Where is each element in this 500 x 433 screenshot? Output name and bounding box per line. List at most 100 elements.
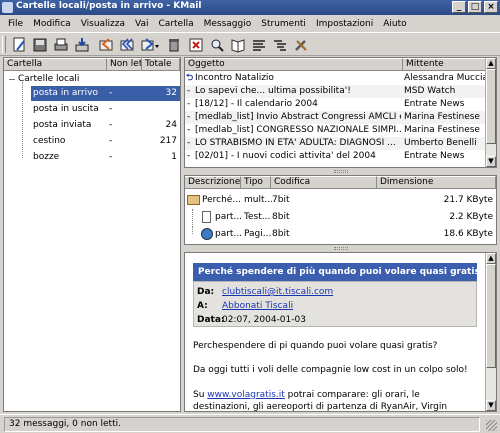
menu-help[interactable]: Aiuto xyxy=(383,19,406,29)
toolbar-grip[interactable] xyxy=(2,36,6,53)
total-column-header[interactable]: Totale xyxy=(142,58,180,71)
reply-all-icon[interactable] xyxy=(118,36,136,54)
body-paragraph-1: Perchespendere di pi quando puoi volare … xyxy=(193,341,438,351)
resize-grip-icon[interactable] xyxy=(486,420,497,431)
date-value: 02:07, 2004-01-03 xyxy=(222,315,306,325)
body-paragraph-3: Su www.volagratis.it potrai comparare: g… xyxy=(193,389,477,411)
to-address-link[interactable]: Abbonati Tiscali xyxy=(222,301,293,311)
menu-message[interactable]: Messaggio xyxy=(204,19,252,29)
type-column-header[interactable]: Tipo xyxy=(241,176,271,189)
message-sender: Umberto Benelli xyxy=(404,138,477,148)
forward-icon[interactable] xyxy=(139,36,161,54)
part-encoding: 8bit xyxy=(272,229,290,239)
folder-row-outbox[interactable]: posta in uscita - xyxy=(31,102,180,117)
message-row[interactable]: - [18/12] - Il calendario 2004 Entrate N… xyxy=(185,98,485,111)
kmail-app-icon[interactable] xyxy=(2,2,13,13)
menu-view[interactable]: Visualizza xyxy=(81,19,125,29)
menu-settings[interactable]: Impostazioni xyxy=(316,19,373,29)
status-bar: 32 messaggi, 0 non letti. xyxy=(0,414,500,433)
scroll-down-icon[interactable]: ▼ xyxy=(486,400,496,411)
size-column-header[interactable]: Dimensione xyxy=(377,176,496,189)
view-headers-icon[interactable] xyxy=(250,36,268,54)
to-label: A: xyxy=(197,301,208,311)
description-column-header[interactable]: Descrizione xyxy=(185,176,241,189)
message-row[interactable]: - [medlab_list] CONGRESSO NAZIONALE SIMP… xyxy=(185,124,485,137)
folder-unread: - xyxy=(109,88,113,98)
message-subject: [18/12] - Il calendario 2004 xyxy=(195,99,318,109)
subject-column-header[interactable]: Oggetto xyxy=(185,58,403,71)
find-icon[interactable] xyxy=(208,36,226,54)
message-row[interactable]: - Lo sapevi che... ultima possibilita'! … xyxy=(185,85,485,98)
folder-row-trash[interactable]: cestino - 217 xyxy=(31,134,180,149)
delete-trash-icon[interactable] xyxy=(165,36,183,54)
part-description: part... xyxy=(215,229,242,239)
title-bar[interactable]: Cartelle locali/posta in arrivo - KMail … xyxy=(0,0,500,15)
close-icon[interactable]: × xyxy=(484,1,498,13)
reply-icon[interactable] xyxy=(97,36,115,54)
message-sender: Entrate News xyxy=(404,151,465,161)
stop-mark-icon[interactable] xyxy=(187,36,205,54)
check-mail-icon[interactable] xyxy=(73,36,91,54)
folder-name: cestino xyxy=(33,136,66,146)
scroll-thumb[interactable] xyxy=(486,69,496,144)
minimize-icon[interactable]: _ xyxy=(452,1,466,13)
folder-column-header[interactable]: Cartella xyxy=(4,58,107,71)
maximize-icon[interactable]: □ xyxy=(468,1,482,13)
print-icon[interactable] xyxy=(52,36,70,54)
folder-name: bozze xyxy=(33,152,60,162)
horizontal-splitter-bottom[interactable] xyxy=(184,245,497,252)
scroll-up-icon[interactable]: ▲ xyxy=(486,58,496,69)
unread-column-header[interactable]: Non letti xyxy=(107,58,142,71)
folder-root-label: Cartelle locali xyxy=(18,74,80,84)
tree-line xyxy=(192,209,193,225)
reader-scrollbar[interactable]: ▲ ▼ xyxy=(485,253,496,411)
threads-icon[interactable] xyxy=(271,36,289,54)
reader-header-box: Da: clubtiscali@it.tiscali.com A: Abbona… xyxy=(193,281,477,327)
text-file-icon xyxy=(202,211,211,223)
horizontal-splitter-top[interactable] xyxy=(184,168,497,175)
folder-row-sent[interactable]: posta inviata - 24 xyxy=(31,118,180,133)
menu-file[interactable]: File xyxy=(8,19,23,29)
folder-icon xyxy=(187,195,200,205)
sender-column-header[interactable]: Mittente xyxy=(403,58,486,71)
message-list-scrollbar[interactable]: ▲ ▼ xyxy=(485,58,496,167)
folder-row-drafts[interactable]: bozze - 1 xyxy=(31,150,180,165)
body-paragraph-2: Da oggi tutti i voli delle compagnie low… xyxy=(193,365,468,375)
toolbar xyxy=(0,32,500,56)
part-description: Perché... xyxy=(202,195,241,205)
thread-dash-icon: - xyxy=(187,112,191,122)
new-message-icon[interactable] xyxy=(10,36,28,54)
message-reader-pane: Perché spendere di più quando puoi volar… xyxy=(184,252,497,412)
message-sender: Marina Festinese xyxy=(404,112,480,122)
scroll-up-icon[interactable]: ▲ xyxy=(486,253,496,264)
folder-unread: - xyxy=(109,136,113,146)
message-row[interactable]: - LO STRABISMO IN ETA' ADULTA: DIAGNOSI … xyxy=(185,137,485,150)
message-row[interactable]: ⮌ Incontro Natalizio Alessandra Muccian xyxy=(185,72,485,85)
menu-edit[interactable]: Modifica xyxy=(33,19,71,29)
scroll-thumb[interactable] xyxy=(486,264,496,368)
part-size: 2.2 KByte xyxy=(449,212,493,222)
menu-bar: File Modifica Visualizza Vai Cartella Me… xyxy=(0,15,500,32)
folder-total: 32 xyxy=(165,88,177,98)
thread-dash-icon: - xyxy=(187,151,191,161)
address-book-icon[interactable] xyxy=(229,36,247,54)
from-address-link[interactable]: clubtiscali@it.tiscali.com xyxy=(222,287,333,297)
menu-folder[interactable]: Cartella xyxy=(159,19,194,29)
save-icon[interactable] xyxy=(31,36,49,54)
mime-part-row[interactable]: part... Test... 8bit 2.2 KByte xyxy=(185,209,496,225)
mime-part-row[interactable]: Perché... mult... 7bit 21.7 KByte xyxy=(185,192,496,208)
encoding-column-header[interactable]: Codifica xyxy=(271,176,377,189)
volagratis-link[interactable]: www.volagratis.it xyxy=(207,390,285,400)
message-row[interactable]: - [02/01] - I nuovi codici attivita' del… xyxy=(185,150,485,163)
folder-root-row[interactable]: Cartelle locali xyxy=(4,73,180,86)
folder-row-inbox[interactable]: posta in arrivo - 32 xyxy=(31,86,180,101)
folder-unread: - xyxy=(109,152,113,162)
folder-name: posta inviata xyxy=(33,120,92,130)
mime-part-row[interactable]: part... Pagi... 8bit 18.6 KByte xyxy=(185,226,496,242)
scroll-down-icon[interactable]: ▼ xyxy=(486,156,496,167)
menu-tools[interactable]: Strumenti xyxy=(261,19,306,29)
part-encoding: 7bit xyxy=(272,195,290,205)
message-row[interactable]: - [medlab_list] Invio Abstract Congressi… xyxy=(185,111,485,124)
menu-go[interactable]: Vai xyxy=(135,19,148,29)
tools-icon[interactable] xyxy=(292,36,310,54)
